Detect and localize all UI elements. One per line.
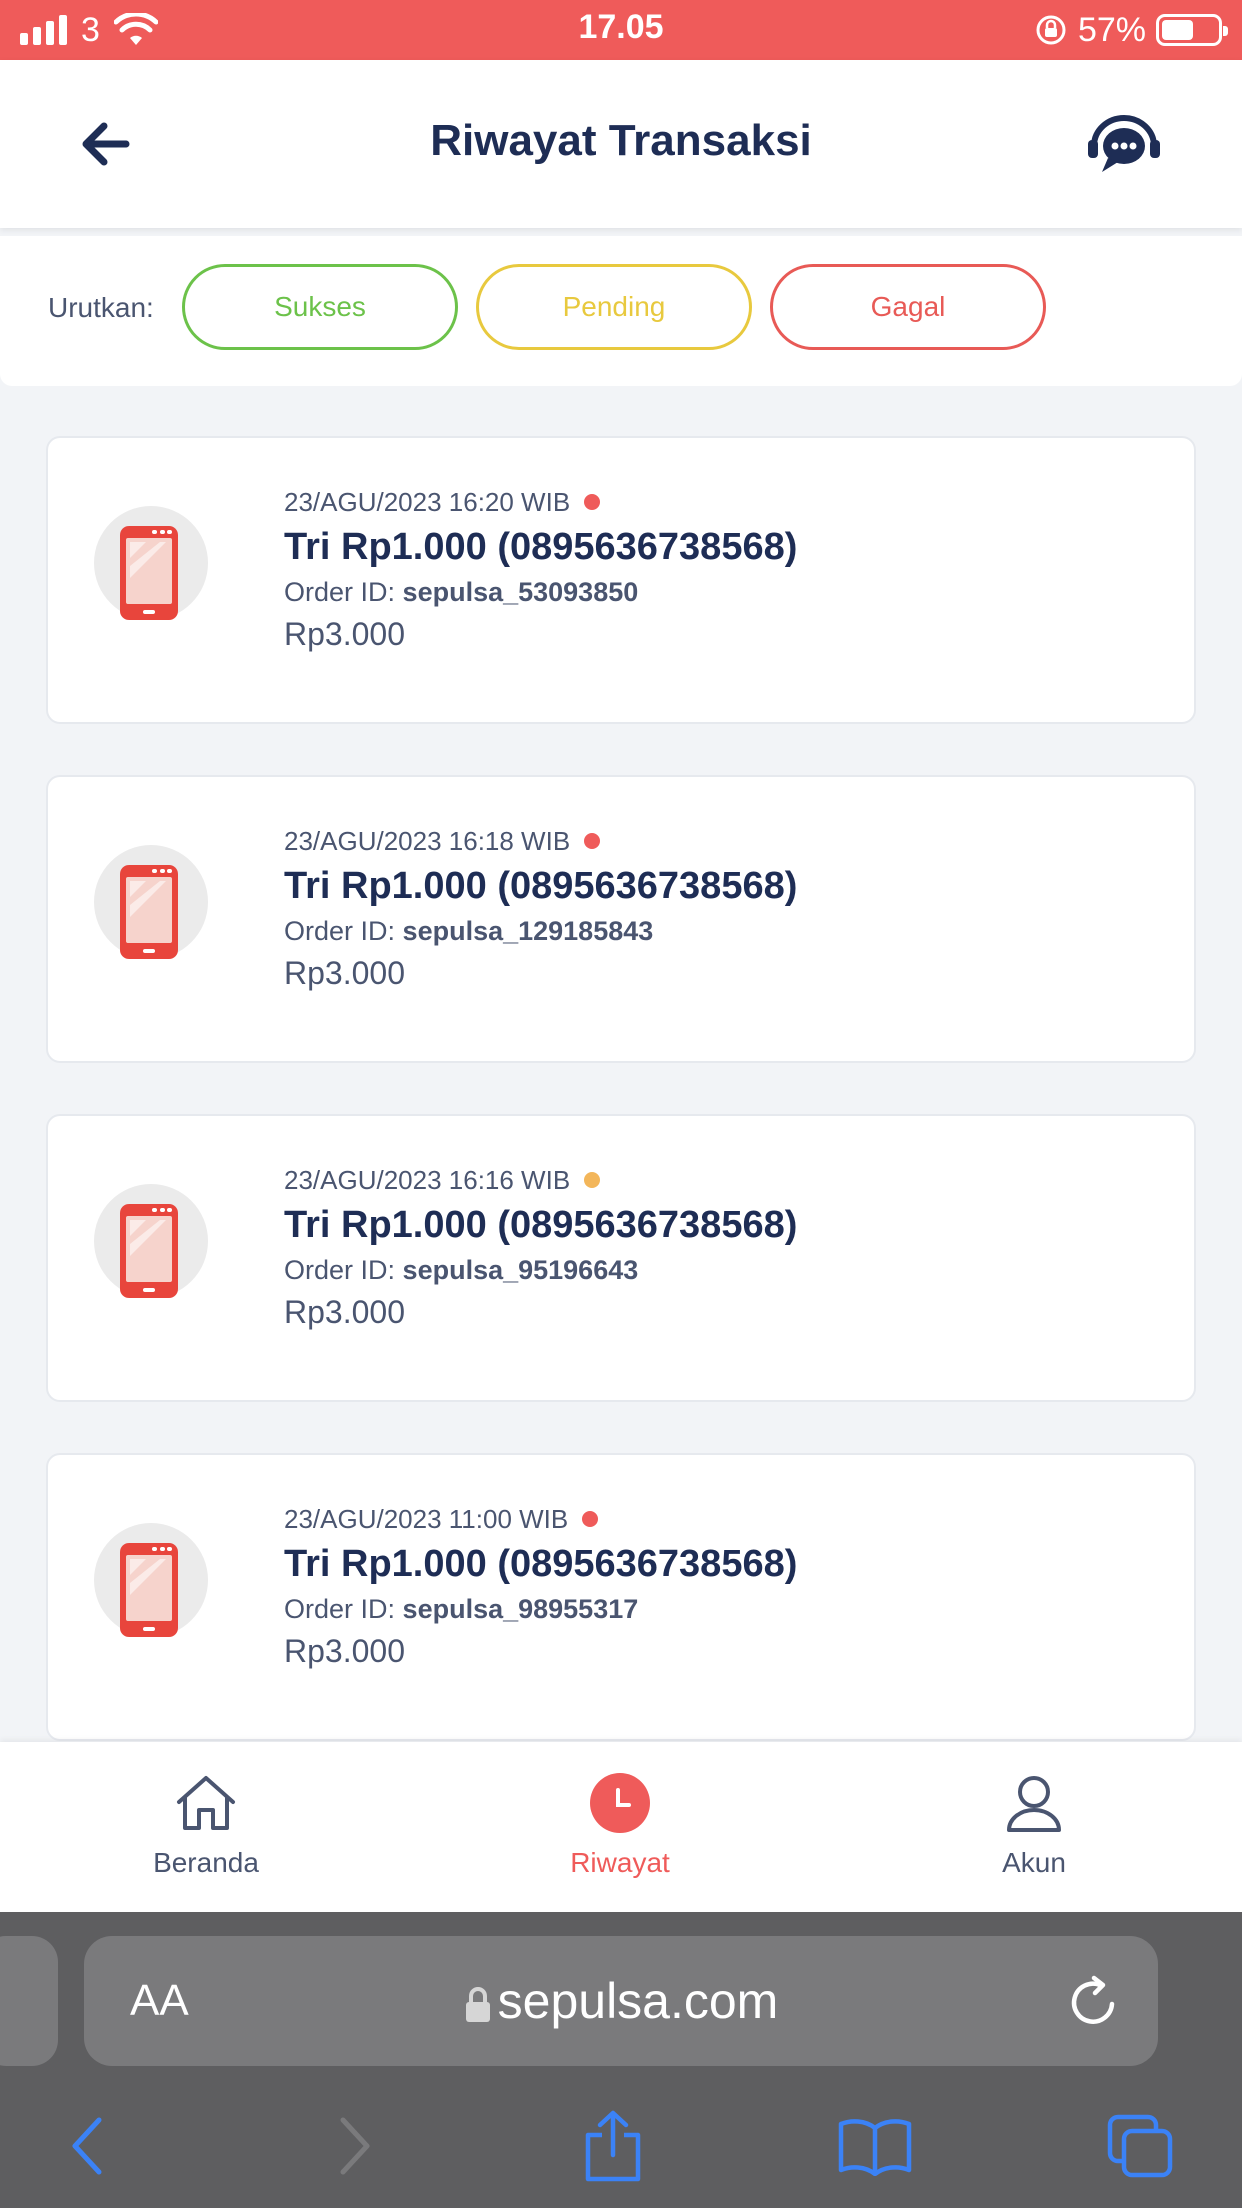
- reload-icon: [1071, 1975, 1115, 2024]
- browser-forward-button[interactable]: [310, 2106, 400, 2186]
- reload-button[interactable]: [1068, 1974, 1120, 2033]
- filter-sukses-button[interactable]: Sukses: [182, 264, 458, 350]
- bookmarks-button[interactable]: [830, 2106, 920, 2186]
- chevron-left-icon: [72, 2117, 102, 2175]
- transaction-price: Rp3.000: [284, 1633, 405, 1669]
- filter-label: Urutkan:: [48, 292, 154, 323]
- transaction-title: Tri Rp1.000 (0895636738568): [284, 1543, 798, 1585]
- transaction-price: Rp3.000: [284, 955, 405, 991]
- nav-label-beranda: Beranda: [153, 1847, 259, 1878]
- browser-bar: AA sepulsa.com: [0, 1912, 1242, 2208]
- nav-item-riwayat[interactable]: Riwayat: [510, 1772, 730, 1879]
- status-dot: [584, 494, 601, 510]
- headset-chat-icon: [1088, 115, 1160, 172]
- transaction-card[interactable]: 23/AGU/2023 16:20 WIB Tri Rp1.000 (08956…: [46, 436, 1196, 724]
- previous-tab[interactable]: [0, 1936, 58, 2066]
- tabs-button[interactable]: [1096, 2106, 1186, 2186]
- nav-item-akun[interactable]: Akun: [924, 1772, 1144, 1879]
- filter-gagal-button[interactable]: Gagal: [770, 264, 1046, 350]
- app-header: Riwayat Transaksi: [0, 60, 1242, 228]
- transaction-card[interactable]: 23/AGU/2023 11:00 WIB Tri Rp1.000 (08956…: [46, 1453, 1196, 1741]
- transaction-date: 23/AGU/2023 16:16 WIB: [284, 1162, 797, 1198]
- phone-icon: [94, 1523, 208, 1637]
- support-button[interactable]: [1086, 112, 1162, 178]
- battery-icon: [1156, 14, 1228, 46]
- order-id: Order ID: sepulsa_95196643: [284, 1255, 639, 1285]
- filter-pending-button[interactable]: Pending: [476, 264, 752, 350]
- status-right: 57%: [1034, 10, 1228, 50]
- transaction-price: Rp3.000: [284, 616, 405, 652]
- transaction-card[interactable]: 23/AGU/2023 16:16 WIB Tri Rp1.000 (08956…: [46, 1114, 1196, 1402]
- transaction-date: 23/AGU/2023 16:18 WIB: [284, 823, 797, 859]
- filter-bar: Urutkan: Sukses Pending Gagal: [0, 236, 1242, 386]
- url-display[interactable]: sepulsa.com: [84, 1972, 1158, 2030]
- chevron-right-icon: [340, 2117, 370, 2175]
- transaction-title: Tri Rp1.000 (0895636738568): [284, 865, 798, 907]
- user-icon: [1007, 1776, 1061, 1832]
- battery-percent: 57%: [1077, 10, 1146, 49]
- transaction-card[interactable]: 23/AGU/2023 16:18 WIB Tri Rp1.000 (08956…: [46, 775, 1196, 1063]
- nav-label-akun: Akun: [1002, 1847, 1066, 1878]
- share-icon: [585, 2110, 641, 2182]
- phone-icon: [94, 845, 208, 959]
- clock-icon: [590, 1773, 650, 1833]
- share-button[interactable]: [568, 2106, 658, 2186]
- page-title: Riwayat Transaksi: [430, 116, 812, 165]
- order-id: Order ID: sepulsa_98955317: [284, 1594, 639, 1624]
- status-dot: [582, 1511, 599, 1527]
- browser-back-button[interactable]: [42, 2106, 132, 2186]
- status-bar: 3 17.05 57%: [0, 0, 1242, 60]
- phone-icon: [94, 1184, 208, 1298]
- home-icon: [177, 1776, 235, 1830]
- transaction-title: Tri Rp1.000 (0895636738568): [284, 526, 798, 568]
- status-dot: [584, 1172, 601, 1188]
- order-id: Order ID: sepulsa_129185843: [284, 916, 654, 946]
- phone-icon: [94, 506, 208, 620]
- bottom-nav: Beranda Riwayat Akun: [0, 1742, 1242, 1912]
- nav-item-beranda[interactable]: Beranda: [96, 1772, 316, 1879]
- url-text: sepulsa.com: [497, 1973, 779, 2029]
- url-bar[interactable]: AA sepulsa.com: [84, 1936, 1158, 2066]
- lock-icon: [465, 1986, 490, 2022]
- status-dot: [584, 833, 601, 849]
- tabs-icon: [1107, 2114, 1173, 2178]
- order-id: Order ID: sepulsa_53093850: [284, 577, 639, 607]
- transaction-date: 23/AGU/2023 16:20 WIB: [284, 484, 797, 520]
- book-icon: [838, 2119, 912, 2176]
- transaction-date: 23/AGU/2023 11:00 WIB: [284, 1501, 797, 1537]
- transaction-price: Rp3.000: [284, 1294, 405, 1330]
- nav-label-riwayat: Riwayat: [570, 1847, 670, 1878]
- transaction-title: Tri Rp1.000 (0895636738568): [284, 1204, 798, 1246]
- browser-toolbar: [0, 2098, 1242, 2208]
- rotation-lock-icon: [1036, 15, 1066, 45]
